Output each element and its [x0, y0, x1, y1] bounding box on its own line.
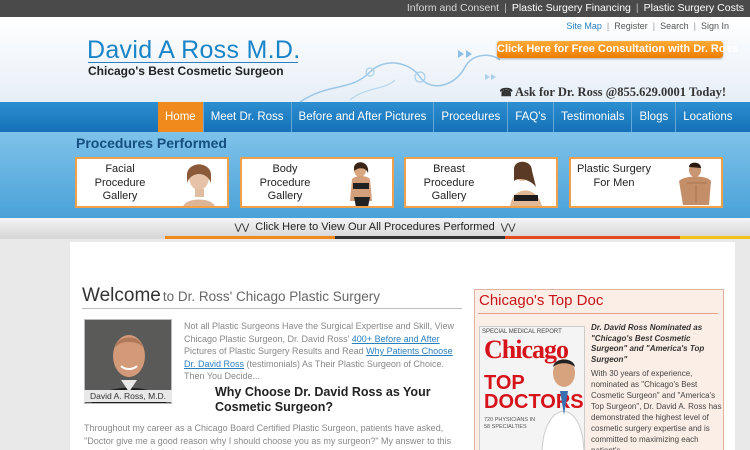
body-paragraph: Throughout my career as a Chicago Board …: [84, 423, 452, 450]
divider: [478, 313, 718, 314]
procedure-card-body[interactable]: Body Procedure Gallery: [240, 157, 394, 208]
why-choose-heading: Why Choose Dr. David Ross as Your Cosmet…: [215, 385, 431, 414]
top-doc-body: With 30 years of experience, nominated a…: [591, 369, 722, 450]
top-doc-title: Chicago's Top Doc: [479, 292, 604, 309]
welcome-rest: to Dr. Ross' Chicago Plastic Surgery: [162, 289, 381, 304]
separator: |: [693, 21, 696, 31]
magazine-cover-image[interactable]: SPECIAL MEDICAL REPORT Chicago TOP DOCTOR…: [479, 326, 585, 450]
register-link[interactable]: Register: [614, 21, 648, 31]
costs-link[interactable]: Plastic Surgery Costs: [644, 2, 744, 14]
color-stripe: [335, 236, 505, 239]
nav-faqs[interactable]: FAQ's: [507, 102, 553, 132]
nav-procedures[interactable]: Procedures: [433, 102, 507, 132]
separator: |: [504, 2, 507, 14]
logo-subtitle: Chicago's Best Cosmetic Surgeon: [88, 64, 284, 78]
main-content: Welcome to Dr. Ross' Chicago Plastic Surg…: [70, 242, 735, 450]
main-nav: Home Meet Dr. Ross Before and After Pict…: [158, 102, 739, 132]
color-stripe: [680, 236, 750, 239]
divider: [82, 308, 462, 309]
color-stripe: [0, 236, 165, 239]
phone-text: Ask for Dr. Ross @855.629.0001 Today!: [515, 85, 726, 99]
main-nav-bar: Home Meet Dr. Ross Before and After Pict…: [0, 102, 750, 132]
nav-home[interactable]: Home: [158, 102, 203, 132]
top-utility-bar: Inform and Consent | Plastic Surgery Finan…: [0, 0, 750, 17]
chevron-down-icon: ⋁⋁: [234, 222, 250, 232]
chevron-down-icon: ⋁⋁: [500, 222, 516, 232]
separator: |: [635, 2, 639, 14]
procedures-band: Procedures Performed Facial Procedure Ga…: [0, 132, 750, 218]
card-label: Breast Procedure Gallery: [423, 163, 475, 202]
intro-paragraph: Not all Plastic Surgeons Have the Surgic…: [184, 320, 460, 383]
site-header: Site Map | Register | Search | Sign In David A…: [0, 17, 750, 103]
welcome-word: Welcome: [82, 285, 161, 306]
body-model-image: [350, 162, 372, 206]
floral-swirl-decoration: [299, 50, 501, 103]
separator: |: [606, 21, 610, 31]
facial-model-image: [183, 164, 215, 206]
color-stripe: [165, 236, 335, 239]
procedure-card-facial[interactable]: Facial Procedure Gallery: [75, 157, 229, 208]
logo-title[interactable]: David A Ross M.D.: [87, 36, 301, 65]
welcome-heading: Welcome to Dr. Ross' Chicago Plastic Surg…: [82, 285, 380, 307]
inform-consent-link[interactable]: Inform and Consent: [407, 2, 499, 14]
logo-underline: [88, 62, 298, 63]
nav-meet-dr-ross[interactable]: Meet Dr. Ross: [202, 102, 291, 132]
procedure-card-breast[interactable]: Breast Procedure Gallery: [404, 157, 558, 208]
nav-before-after[interactable]: Before and After Pictures: [290, 102, 434, 132]
before-after-link[interactable]: 400+ Before and After: [352, 334, 440, 344]
utility-links: Site Map | Register | Search | Sign In: [566, 21, 729, 31]
nav-blogs[interactable]: Blogs: [631, 102, 675, 132]
top-doc-panel: Chicago's Top Doc SPECIAL MEDICAL REPORT…: [474, 289, 724, 450]
nav-locations[interactable]: Locations: [675, 102, 739, 132]
intro-text: Pictures of Plastic Surgery Results and …: [184, 346, 367, 356]
free-consultation-button[interactable]: Click Here for Free Consultation with Dr…: [497, 41, 738, 58]
phone-icon: ☎: [499, 87, 514, 99]
card-label: Facial Procedure Gallery: [94, 163, 146, 202]
separator: |: [652, 21, 656, 31]
view-all-label: Click Here to View Our All Procedures Pe…: [255, 221, 495, 233]
magazine-subline: 720 PHYSICIANS IN 58 SPECIALTIES: [484, 417, 536, 430]
magazine-doctor-figure: [541, 359, 584, 450]
top-links: Inform and Consent | Plastic Surgery Finan…: [407, 2, 744, 14]
male-model-image: [679, 162, 711, 205]
procedures-title: Procedures Performed: [76, 135, 227, 151]
card-label: Body Procedure Gallery: [259, 163, 311, 202]
financing-link[interactable]: Plastic Surgery Financing: [512, 2, 631, 14]
procedure-card-men[interactable]: Plastic Surgery For Men: [569, 157, 723, 208]
card-label: Plastic Surgery For Men: [577, 163, 651, 189]
color-stripe: [505, 236, 680, 239]
sign-in-link[interactable]: Sign In: [701, 21, 729, 31]
doctor-photo-caption: David A. Ross, M.D.: [84, 390, 172, 402]
top-doc-headline: Dr. David Ross Nominated as "Chicago's B…: [591, 323, 705, 364]
search-link[interactable]: Search: [660, 21, 689, 31]
breast-model-image: [510, 161, 542, 206]
phone-cta[interactable]: ☎ Ask for Dr. Ross @855.629.0001 Today!: [499, 85, 726, 100]
view-all-procedures-bar[interactable]: ⋁⋁ Click Here to View Our All Procedures …: [0, 218, 750, 236]
site-map-link[interactable]: Site Map: [566, 21, 602, 31]
nav-testimonials[interactable]: Testimonials: [553, 102, 631, 132]
